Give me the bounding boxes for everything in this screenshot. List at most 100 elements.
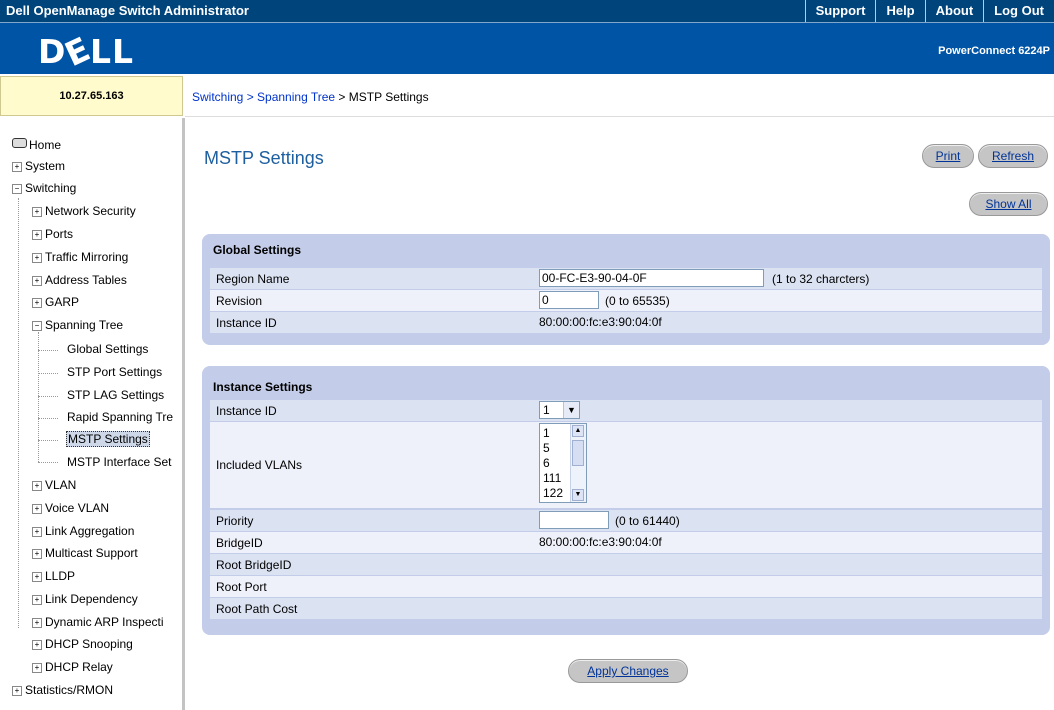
root-path-cost-label: Root Path Cost <box>216 602 298 616</box>
priority-label: Priority <box>216 514 254 528</box>
scroll-thumb[interactable] <box>572 440 584 466</box>
expand-icon[interactable]: + <box>32 527 42 537</box>
expand-icon[interactable]: + <box>12 686 22 696</box>
help-link[interactable]: Help <box>875 0 924 22</box>
sidebar-item-global-settings[interactable]: Global Settings <box>67 342 148 356</box>
dell-logo: DELL <box>38 28 135 75</box>
sidebar-item-lldp[interactable]: + LLDP <box>32 569 75 583</box>
vlan-option[interactable]: 122 <box>543 486 563 500</box>
expand-icon[interactable]: + <box>32 640 42 650</box>
expand-icon[interactable]: + <box>32 276 42 286</box>
tree-line <box>38 373 58 374</box>
sidebar-item-network-security[interactable]: + Network Security <box>32 204 136 218</box>
vlan-option[interactable]: 1 <box>543 426 550 440</box>
product-name: PowerConnect 6224P <box>938 45 1050 57</box>
breadcrumb-current: MSTP Settings <box>348 90 429 104</box>
global-settings-title: Global Settings <box>213 243 302 257</box>
sidebar-item-spanning-tree[interactable]: − Spanning Tree <box>32 318 123 332</box>
expand-icon[interactable]: + <box>32 298 42 308</box>
sidebar-item-stp-lag-settings[interactable]: STP LAG Settings <box>67 388 164 402</box>
logout-link[interactable]: Log Out <box>983 0 1054 22</box>
sidebar-item-dhcp-snooping[interactable]: + DHCP Snooping <box>32 637 133 651</box>
vlan-option[interactable]: 111 <box>543 471 561 485</box>
vlan-scrollbar[interactable]: ▲ ▼ <box>570 424 586 502</box>
root-path-cost-row: Root Path Cost <box>210 598 1042 619</box>
sidebar-item-traffic-mirroring[interactable]: + Traffic Mirroring <box>32 250 128 264</box>
collapse-icon[interactable]: − <box>12 184 22 194</box>
chevron-down-icon[interactable]: ▼ <box>563 402 579 418</box>
breadcrumb-link[interactable]: Switching > Spanning Tree <box>192 90 335 104</box>
expand-icon[interactable]: + <box>32 230 42 240</box>
included-vlans-label: Included VLANs <box>216 458 303 472</box>
banner: DELL PowerConnect 6224P <box>0 23 1054 74</box>
sidebar-item-home[interactable]: Home <box>12 138 61 152</box>
region-name-input[interactable]: 00-FC-E3-90-04-0F <box>539 269 764 287</box>
revision-hint: (0 to 65535) <box>605 294 670 308</box>
sidebar-item-address-tables[interactable]: + Address Tables <box>32 273 127 287</box>
sidebar-item-statistics-rmon[interactable]: + Statistics/RMON <box>12 683 113 697</box>
scroll-down-icon[interactable]: ▼ <box>572 489 584 501</box>
vlan-option[interactable]: 5 <box>543 441 550 455</box>
included-vlans-row: Included VLANs 1 5 6 111 122 ▲ ▼ <box>210 422 1042 508</box>
revision-input[interactable]: 0 <box>539 291 599 309</box>
expand-icon[interactable]: + <box>32 572 42 582</box>
scroll-up-icon[interactable]: ▲ <box>572 425 584 437</box>
support-link[interactable]: Support <box>804 0 876 22</box>
instance-id-select[interactable]: 1 ▼ <box>539 401 580 419</box>
expand-icon[interactable]: + <box>32 207 42 217</box>
expand-icon[interactable]: + <box>12 162 22 172</box>
expand-icon[interactable]: + <box>32 549 42 559</box>
apply-changes-button[interactable]: Apply Changes <box>568 659 688 683</box>
sidebar-item-switching[interactable]: − Switching <box>12 181 76 195</box>
sidebar-item-garp[interactable]: + GARP <box>32 295 79 309</box>
priority-input[interactable] <box>539 511 609 529</box>
sidebar-item-mstp-interface-settings[interactable]: MSTP Interface Set <box>67 455 172 469</box>
expand-icon[interactable]: + <box>32 481 42 491</box>
tree-line <box>38 396 58 397</box>
sidebar-item-link-dependency[interactable]: + Link Dependency <box>32 592 138 606</box>
sidebar-item-stp-port-settings[interactable]: STP Port Settings <box>67 365 162 379</box>
global-instance-id-label: Instance ID <box>216 316 277 330</box>
ip-box: 10.27.65.163 <box>0 76 183 116</box>
collapse-icon[interactable]: − <box>32 321 42 331</box>
root-bridge-id-label: Root BridgeID <box>216 558 292 572</box>
root-bridge-id-row: Root BridgeID <box>210 554 1042 575</box>
sidebar-nav: Home + System − Switching + Network Securit… <box>0 118 185 710</box>
tree-line <box>38 332 39 462</box>
sidebar-item-system[interactable]: + System <box>12 159 65 173</box>
refresh-button[interactable]: Refresh <box>978 144 1048 168</box>
instance-settings-panel: Instance Settings Instance ID 1 ▼ Includ… <box>202 366 1050 635</box>
sidebar-item-dhcp-relay[interactable]: + DHCP Relay <box>32 660 113 674</box>
expand-icon[interactable]: + <box>32 253 42 263</box>
root-port-label: Root Port <box>216 580 267 594</box>
sidebar-item-mstp-settings[interactable]: MSTP Settings <box>66 431 150 447</box>
vlan-option[interactable]: 6 <box>543 456 550 470</box>
sidebar-item-rapid-spanning-tree[interactable]: Rapid Spanning Tre <box>67 410 173 424</box>
sidebar-item-vlan[interactable]: + VLAN <box>32 478 76 492</box>
expand-icon[interactable]: + <box>32 504 42 514</box>
instance-id-label: Instance ID <box>216 404 277 418</box>
breadcrumb-bar: Switching > Spanning Tree > MSTP Setting… <box>185 76 1054 117</box>
root-port-row: Root Port <box>210 576 1042 597</box>
expand-icon[interactable]: + <box>32 595 42 605</box>
region-name-row: Region Name 00-FC-E3-90-04-0F (1 to 32 c… <box>210 268 1042 289</box>
page-title: MSTP Settings <box>204 148 324 168</box>
sidebar-item-ports[interactable]: + Ports <box>32 227 73 241</box>
print-button[interactable]: Print <box>922 144 974 168</box>
sidebar-item-multicast-support[interactable]: + Multicast Support <box>32 546 138 560</box>
show-all-button[interactable]: Show All <box>969 192 1048 216</box>
sidebar-item-voice-vlan[interactable]: + Voice VLAN <box>32 501 109 515</box>
sidebar-item-dynamic-arp-inspection[interactable]: + Dynamic ARP Inspecti <box>32 615 164 629</box>
tree-line <box>38 462 58 463</box>
instance-id-selected: 1 <box>543 403 550 417</box>
about-link[interactable]: About <box>924 0 984 22</box>
expand-icon[interactable]: + <box>32 618 42 628</box>
expand-icon[interactable]: + <box>32 663 42 673</box>
included-vlans-listbox[interactable]: 1 5 6 111 122 ▲ ▼ <box>539 423 587 503</box>
top-bar: Dell OpenManage Switch Administrator Sup… <box>0 0 1054 23</box>
priority-hint: (0 to 61440) <box>615 514 680 528</box>
breadcrumb-separator: > <box>335 90 349 104</box>
instance-settings-title: Instance Settings <box>213 380 313 394</box>
tree-line <box>38 350 58 351</box>
sidebar-item-link-aggregation[interactable]: + Link Aggregation <box>32 524 134 538</box>
